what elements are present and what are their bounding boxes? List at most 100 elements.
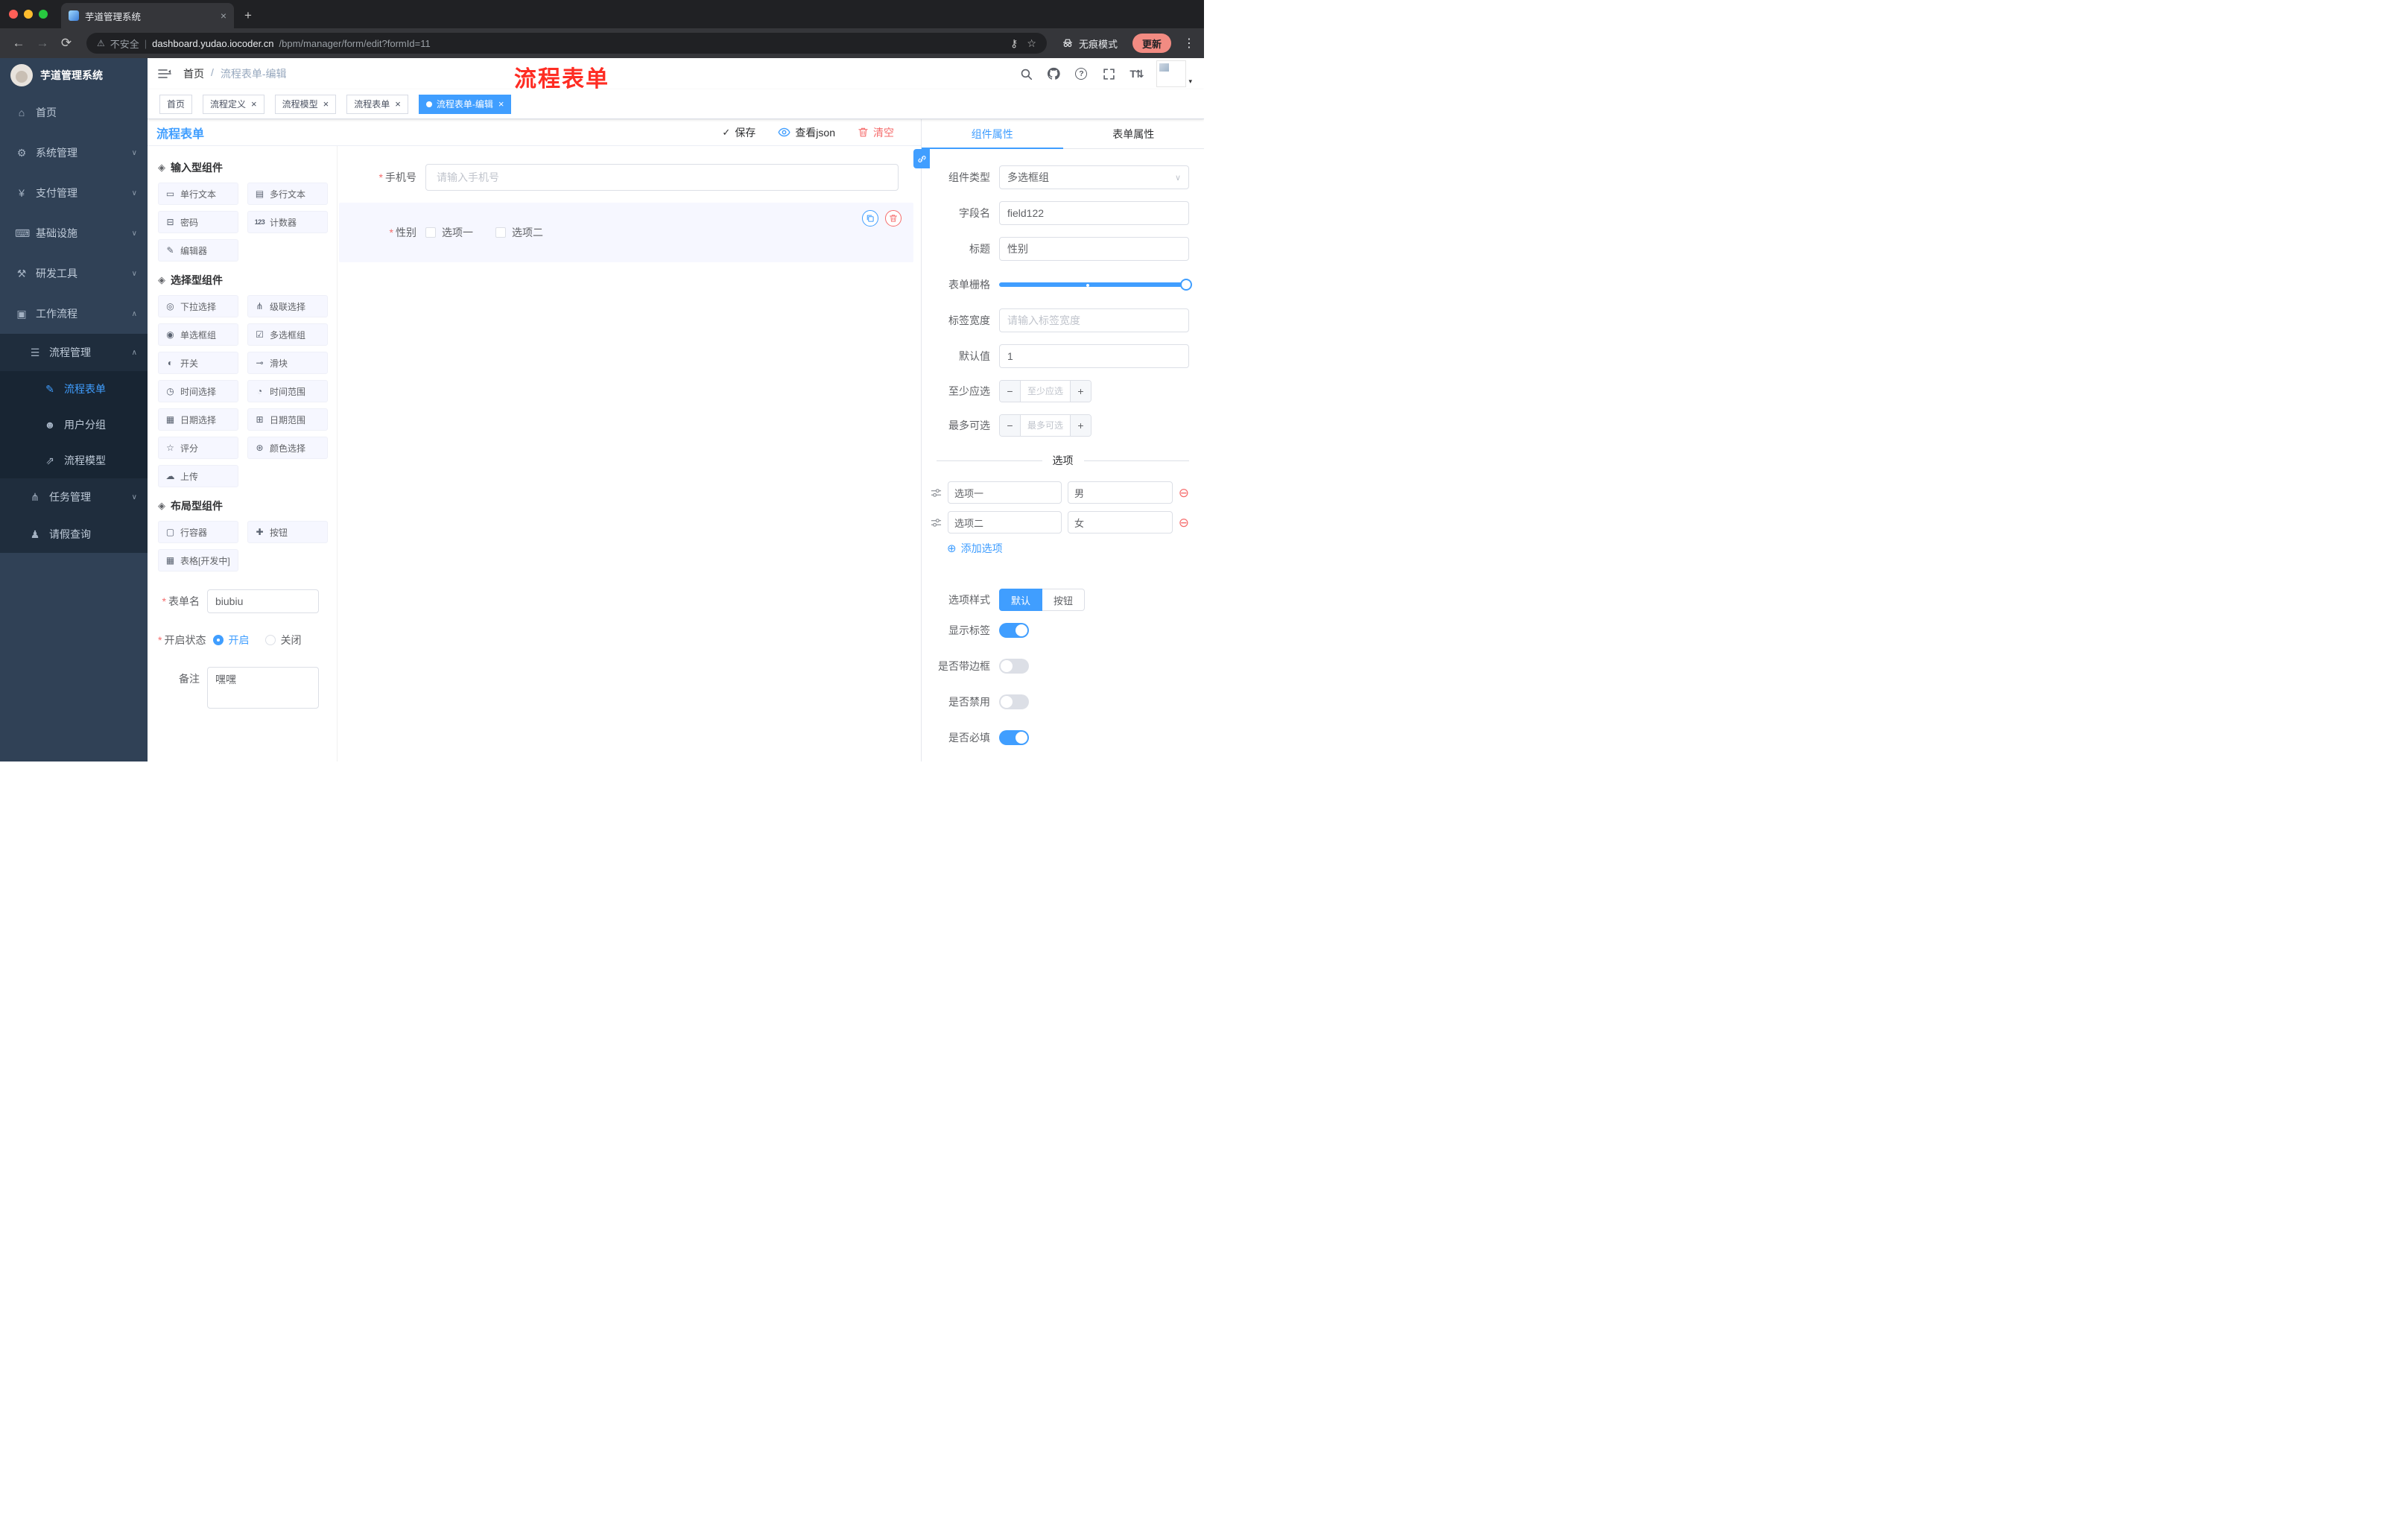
address-bar[interactable]: ⚠ 不安全 | dashboard.yudao.iocoder.cn /bpm/… [86,33,1047,54]
option-value-input[interactable] [1068,481,1173,504]
drag-handle-icon[interactable] [931,487,942,498]
search-icon[interactable] [1018,66,1033,82]
palette-item-cascader[interactable]: ⋔ 级联选择 [247,295,328,317]
remove-option-icon[interactable]: ⊖ [1179,516,1189,529]
status-on-radio[interactable]: 开启 [213,633,249,647]
sidebar-item-devtools[interactable]: ⚒ 研发工具 ∨ [0,253,148,294]
decrease-button[interactable]: − [1000,381,1021,402]
option-label-input[interactable] [948,511,1062,533]
browser-tab[interactable]: 芋道管理系统 × [61,3,234,28]
palette-item-time-picker[interactable]: ◷ 时间选择 [158,380,238,402]
drag-handle-icon[interactable] [931,517,942,528]
view-json-button[interactable]: 查看json [778,125,835,140]
increase-button[interactable]: + [1070,415,1091,436]
form-name-input[interactable] [207,589,319,613]
canvas-field-phone[interactable]: * 手机号 [338,164,921,191]
palette-item-counter[interactable]: 123 计数器 [247,211,328,233]
palette-item-multi-line-text[interactable]: ▤ 多行文本 [247,183,328,205]
option-label-input[interactable] [948,481,1062,504]
sidebar-item-infrastructure[interactable]: ⌨ 基础设施 ∨ [0,213,148,253]
window-minimize-button[interactable] [24,10,33,19]
sidebar-item-user-group[interactable]: ☻ 用户分组 [0,407,148,443]
default-value-input[interactable] [999,344,1189,368]
palette-item-rate[interactable]: ☆ 评分 [158,437,238,459]
option-value-input[interactable] [1068,511,1173,533]
style-button-button[interactable]: 按钮 [1042,589,1086,611]
tag-home[interactable]: 首页 [159,94,193,114]
palette-item-table[interactable]: ▦ 表格[开发中] [158,549,238,571]
github-icon[interactable] [1046,66,1061,82]
palette-item-password[interactable]: ⊟ 密码 [158,211,238,233]
sidebar-item-task-management[interactable]: ⋔ 任务管理 ∨ [0,478,148,516]
sidebar-item-process-model[interactable]: ⇗ 流程模型 [0,443,148,478]
back-button[interactable]: ← [9,34,28,53]
tab-close-icon[interactable]: × [221,10,226,22]
sidebar-item-system[interactable]: ⚙ 系统管理 ∨ [0,133,148,173]
palette-item-slider[interactable]: ⊸ 滑块 [247,352,328,374]
sidebar-item-process-management[interactable]: ☰ 流程管理 ∧ [0,334,148,371]
user-avatar[interactable]: ▾ [1156,60,1192,87]
window-close-button[interactable] [9,10,18,19]
reload-button[interactable]: ⟳ [57,34,76,53]
palette-item-checkbox-group[interactable]: ☑ 多选框组 [247,323,328,346]
phone-input[interactable] [425,164,899,191]
save-button[interactable]: ✓ 保存 [722,125,755,140]
breadcrumb-home[interactable]: 首页 [183,66,204,81]
sidebar-item-payment[interactable]: ¥ 支付管理 ∨ [0,173,148,213]
forward-button[interactable]: → [33,34,52,53]
palette-item-row-container[interactable]: ▢ 行容器 [158,521,238,543]
collapse-sidebar-icon[interactable] [158,69,171,79]
new-tab-button[interactable]: + [244,8,252,23]
help-icon[interactable]: ? [1074,66,1089,82]
remark-textarea[interactable]: 嘿嘿 [207,667,319,709]
add-option-button[interactable]: ⊕ 添加选项 [947,541,1204,556]
window-zoom-button[interactable] [39,10,48,19]
required-switch[interactable] [999,730,1029,745]
tag-process-form[interactable]: 流程表单 × [346,94,408,114]
slider-handle[interactable] [1180,279,1192,291]
label-width-input[interactable] [999,308,1189,332]
palette-item-single-line-text[interactable]: ▭ 单行文本 [158,183,238,205]
sidebar-item-home[interactable]: ⌂ 首页 [0,92,148,133]
palette-item-select[interactable]: ◎ 下拉选择 [158,295,238,317]
canvas-field-gender-selected[interactable]: * 性别 选项一 选项二 [339,203,913,262]
border-switch[interactable] [999,659,1029,674]
clear-button[interactable]: 清空 [858,125,894,140]
tag-close-icon[interactable]: × [323,98,329,110]
palette-item-time-range[interactable]: ◔ 时间范围 [247,380,328,402]
copy-field-button[interactable] [862,210,878,227]
tag-process-model[interactable]: 流程模型 × [274,94,337,114]
increase-button[interactable]: + [1070,381,1091,402]
gender-option-2-checkbox[interactable]: 选项二 [495,225,543,240]
fullscreen-icon[interactable] [1101,66,1116,82]
palette-item-color-picker[interactable]: ⊛ 颜色选择 [247,437,328,459]
title-input[interactable] [999,237,1189,261]
gender-option-1-checkbox[interactable]: 选项一 [425,225,473,240]
palette-item-button[interactable]: ✚ 按钮 [247,521,328,543]
tag-close-icon[interactable]: × [251,98,257,110]
tab-form-props[interactable]: 表单属性 [1063,119,1205,148]
component-type-select[interactable]: 多选框组 ∨ [999,165,1189,189]
palette-item-editor[interactable]: ✎ 编辑器 [158,239,238,262]
palette-item-switch[interactable]: ◐ 开关 [158,352,238,374]
style-default-button[interactable]: 默认 [999,589,1043,611]
palette-item-radio-group[interactable]: ◉ 单选框组 [158,323,238,346]
tag-process-definition[interactable]: 流程定义 × [203,94,264,114]
remove-option-icon[interactable]: ⊖ [1179,487,1189,499]
max-select-input[interactable] [1021,415,1070,436]
status-off-radio[interactable]: 关闭 [265,633,301,647]
delete-field-button[interactable] [885,210,902,227]
palette-item-upload[interactable]: ☁ 上传 [158,465,238,487]
key-icon[interactable]: ⚷ [1010,37,1018,50]
palette-item-date-range[interactable]: ⊞ 日期范围 [247,408,328,431]
sidebar-item-workflow[interactable]: ▣ 工作流程 ∧ [0,294,148,334]
tag-close-icon[interactable]: × [395,98,401,110]
min-select-input[interactable] [1021,381,1070,402]
sidebar-item-leave-query[interactable]: ♟ 请假查询 [0,516,148,553]
palette-item-date-picker[interactable]: ▦ 日期选择 [158,408,238,431]
grid-span-slider[interactable] [999,273,1192,297]
tag-process-form-edit[interactable]: 流程表单-编辑 × [418,94,512,114]
field-name-input[interactable] [999,201,1189,225]
disabled-switch[interactable] [999,694,1029,709]
browser-menu-icon[interactable]: ⋮ [1183,36,1195,51]
